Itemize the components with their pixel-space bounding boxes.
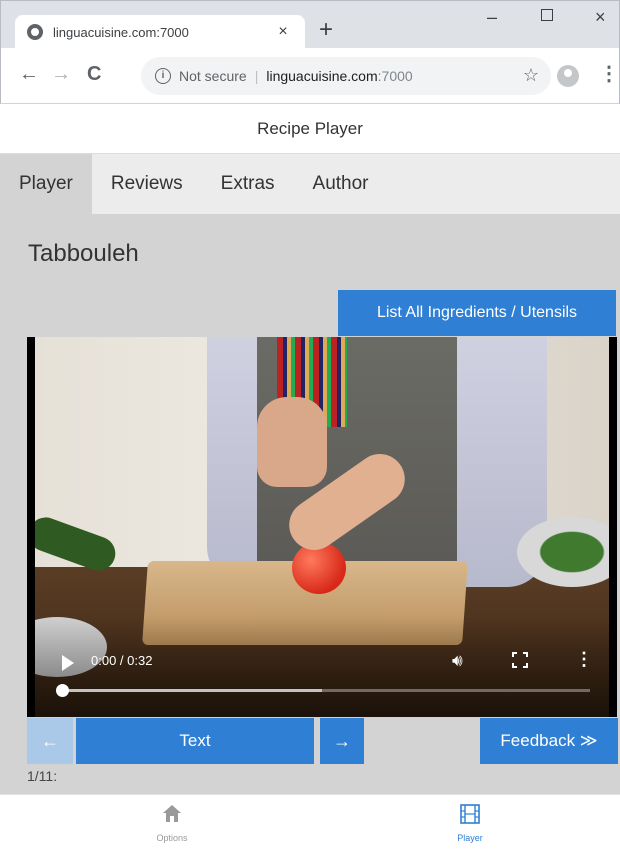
home-icon (163, 805, 181, 822)
maximize-window-button[interactable] (541, 5, 553, 26)
video-progress-fill (62, 689, 322, 692)
url-port: :7000 (377, 68, 413, 84)
profile-avatar-icon[interactable] (557, 65, 579, 87)
tab-reviews[interactable]: Reviews (92, 154, 202, 214)
bottom-navigation: Options Player (0, 794, 620, 851)
recipe-tabs: Player Reviews Extras Author (0, 154, 620, 214)
address-bar[interactable]: i Not secure | linguacuisine.com :7000 ☆ (141, 57, 551, 95)
video-frame-hand (257, 397, 327, 487)
list-ingredients-button[interactable]: List All Ingredients / Utensils (338, 290, 616, 336)
close-window-button[interactable]: × (595, 7, 606, 28)
video-progress-thumb[interactable] (56, 684, 69, 697)
video-player[interactable]: 0:00 / 0:32 🔊︎ ⋮ (27, 337, 617, 717)
step-counter: 1/11: (27, 768, 58, 784)
reload-button[interactable]: C (87, 62, 101, 86)
browser-menu-icon[interactable]: ⋮ (599, 62, 619, 86)
site-favicon-icon (27, 24, 43, 40)
security-status: Not secure (179, 68, 247, 84)
play-icon[interactable] (62, 655, 74, 671)
recipe-title: Tabbouleh (28, 240, 139, 267)
bottom-nav-player-label: Player (457, 833, 483, 843)
tab-close-icon[interactable]: × (269, 23, 297, 41)
video-frame-bowl (517, 517, 617, 587)
tab-author[interactable]: Author (294, 154, 388, 214)
bottom-nav-options-label: Options (156, 833, 188, 843)
tab-player[interactable]: Player (0, 154, 92, 214)
video-more-icon[interactable]: ⋮ (575, 649, 593, 670)
fullscreen-icon[interactable] (512, 652, 528, 668)
volume-icon[interactable]: 🔊︎ (452, 651, 463, 671)
bottom-nav-options[interactable]: Options (132, 803, 212, 843)
bookmark-star-icon[interactable]: ☆ (523, 65, 539, 86)
feedback-button[interactable]: Feedback ≫ (480, 718, 618, 764)
tab-extras[interactable]: Extras (202, 154, 294, 214)
text-button[interactable]: Text (76, 718, 314, 764)
maximize-icon (541, 9, 553, 21)
minimize-window-button[interactable]: – (487, 7, 497, 28)
back-button[interactable]: ← (19, 62, 39, 86)
video-time: 0:00 / 0:32 (91, 653, 153, 668)
browser-tabstrip: linguacuisine.com:7000 × + – × (0, 0, 620, 49)
app-header-title: Recipe Player (257, 118, 363, 138)
browser-toolbar: ← → C i Not secure | linguacuisine.com :… (0, 48, 620, 104)
video-progress-bar[interactable] (56, 684, 590, 697)
browser-tab-title: linguacuisine.com:7000 (53, 24, 189, 40)
next-step-button[interactable]: → (320, 718, 364, 764)
app-header: Recipe Player (0, 104, 620, 154)
url-host: linguacuisine.com (266, 68, 378, 84)
previous-step-button[interactable]: ← (27, 718, 73, 764)
url-separator: | (254, 68, 259, 84)
info-icon[interactable]: i (155, 68, 171, 84)
forward-button[interactable]: → (51, 62, 71, 86)
bottom-nav-player[interactable]: Player (430, 803, 510, 843)
browser-tab[interactable]: linguacuisine.com:7000 × (15, 15, 305, 49)
new-tab-button[interactable]: + (319, 18, 333, 42)
film-icon (460, 804, 480, 824)
main-content: Player Reviews Extras Author Tabbouleh L… (0, 154, 620, 794)
